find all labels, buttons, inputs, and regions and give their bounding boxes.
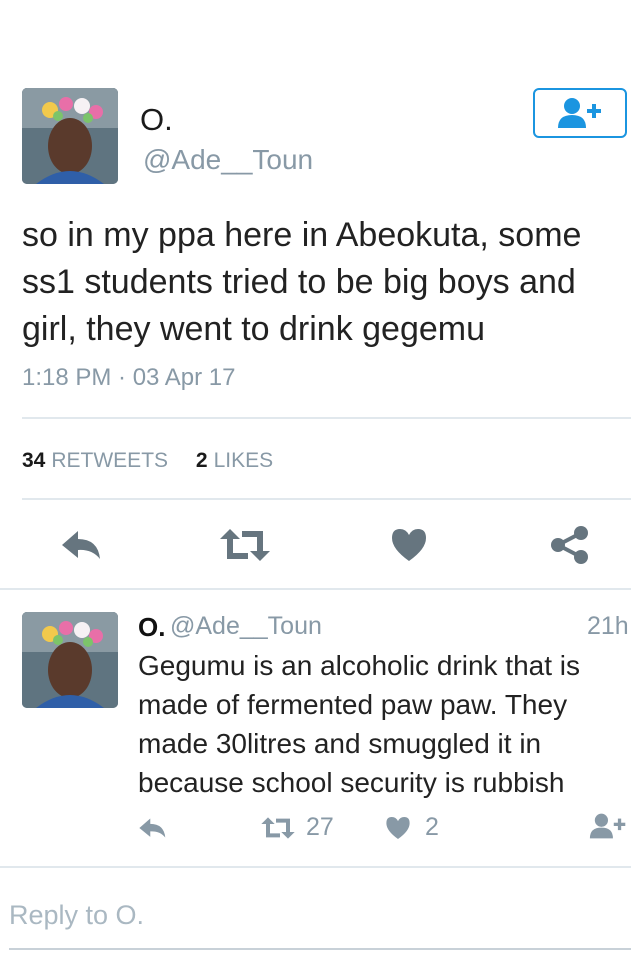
retweets-count[interactable]: 34	[22, 449, 45, 472]
reply-input-underline	[9, 948, 631, 950]
heart-icon	[392, 529, 426, 561]
reply-time[interactable]: 21h	[587, 612, 629, 641]
avatar-photo	[22, 612, 118, 708]
follow-icon	[589, 813, 626, 839]
reply-text: Gegumu is an alcoholic drink that is mad…	[138, 650, 580, 798]
divider	[0, 588, 631, 590]
reply-retweet-action[interactable]: 27	[260, 813, 334, 842]
follow-button[interactable]	[533, 88, 627, 138]
divider	[22, 498, 631, 500]
reply-like-action[interactable]: 2	[385, 813, 439, 842]
retweets-label[interactable]: RETWEETS	[51, 449, 168, 472]
tweet-text: so in my ppa here in Abeokuta, some ss1 …	[22, 216, 582, 348]
avatar[interactable]	[22, 88, 118, 184]
share-action[interactable]	[550, 525, 590, 565]
reply-reply-action[interactable]	[138, 815, 168, 846]
likes-label[interactable]: LIKES	[214, 449, 274, 472]
likes-count[interactable]: 2	[196, 449, 208, 472]
author-handle[interactable]: @Ade__Toun	[143, 144, 313, 176]
reply-author-handle[interactable]: @Ade__Toun	[170, 612, 322, 641]
share-icon	[551, 526, 588, 564]
reply-action[interactable]	[60, 527, 104, 563]
tweet-timestamp[interactable]: 1:18 PM · 03 Apr 17	[22, 364, 235, 392]
tweet-stats: 34 RETWEETS 2 LIKES	[22, 449, 273, 473]
heart-icon	[386, 816, 410, 839]
reply-icon	[139, 818, 166, 838]
reply-avatar[interactable]	[22, 612, 118, 708]
reply-icon	[62, 531, 100, 559]
reply-follow-action[interactable]	[588, 812, 628, 845]
reply-author-name[interactable]: O.	[138, 612, 165, 643]
like-action[interactable]	[390, 527, 428, 563]
reply-retweet-count: 27	[306, 813, 334, 841]
reply-input[interactable]: Reply to O.	[9, 900, 144, 931]
author-name[interactable]: O.	[140, 102, 173, 138]
divider	[22, 417, 631, 419]
reply-like-count: 2	[425, 813, 439, 841]
retweet-action[interactable]	[218, 527, 272, 563]
avatar-photo	[22, 88, 118, 184]
divider	[0, 866, 631, 868]
follow-icon	[558, 98, 601, 128]
retweet-icon	[220, 529, 270, 561]
retweet-icon	[261, 816, 295, 839]
